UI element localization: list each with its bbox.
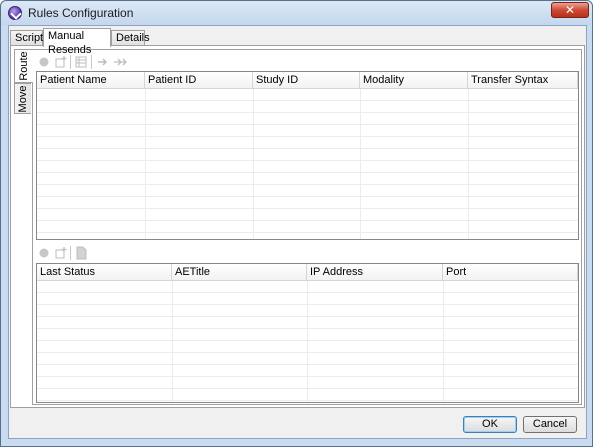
cancel-button[interactable]: Cancel: [523, 416, 577, 433]
add-item-icon[interactable]: [54, 246, 68, 260]
column-divider: [360, 89, 361, 239]
column-header-study-id[interactable]: Study ID: [253, 72, 360, 89]
column-header-ip-address[interactable]: IP Address: [307, 264, 443, 281]
rules-configuration-window: Rules Configuration ✕ Script Manual Rese…: [0, 0, 593, 447]
app-logo-icon: [8, 6, 22, 20]
route-panel: Patient Name Patient ID Study ID Modalit…: [32, 49, 582, 405]
patients-table-header: Patient Name Patient ID Study ID Modalit…: [37, 72, 578, 89]
side-tab-move[interactable]: Move: [14, 83, 31, 114]
grid-icon[interactable]: [74, 55, 88, 69]
ok-button[interactable]: OK: [463, 416, 517, 433]
tab-details[interactable]: Details: [111, 30, 150, 46]
column-divider: [443, 281, 444, 402]
column-header-port[interactable]: Port: [443, 264, 578, 281]
column-divider: [172, 281, 173, 402]
column-header-patient-id[interactable]: Patient ID: [145, 72, 253, 89]
column-divider: [468, 89, 469, 239]
side-tab-route-label: Route: [18, 51, 30, 81]
side-tab-move-label: Move: [17, 85, 29, 112]
document-icon[interactable]: [74, 246, 88, 260]
column-divider: [253, 89, 254, 239]
column-header-patient-name[interactable]: Patient Name: [37, 72, 145, 89]
column-header-transfer-syntax[interactable]: Transfer Syntax: [468, 72, 578, 89]
toolbar-separator: [91, 55, 92, 69]
toolbar-separator: [70, 246, 71, 260]
column-header-modality[interactable]: Modality: [360, 72, 468, 89]
dialog-client-area: Script Manual Resends Details Route Move: [8, 25, 587, 439]
arrow-right-icon[interactable]: [96, 55, 110, 69]
bottom-toolbar: [37, 243, 577, 263]
tab-manual-resends[interactable]: Manual Resends: [43, 28, 111, 56]
column-divider: [145, 89, 146, 239]
window-title: Rules Configuration: [28, 6, 134, 20]
manual-resends-page: Route Move Patient Name Patient ID Study…: [10, 45, 585, 408]
double-arrow-right-icon[interactable]: [113, 55, 127, 69]
patients-table-body: [37, 89, 578, 239]
column-header-aetitle[interactable]: AETitle: [172, 264, 307, 281]
side-tab-route[interactable]: Route: [14, 49, 33, 83]
column-divider: [307, 281, 308, 402]
status-table-header: Last Status AETitle IP Address Port: [37, 264, 578, 281]
column-header-last-status[interactable]: Last Status: [37, 264, 172, 281]
patients-table[interactable]: Patient Name Patient ID Study ID Modalit…: [36, 71, 579, 240]
top-toolbar: [37, 52, 577, 72]
circle-icon[interactable]: [37, 246, 51, 260]
title-bar: Rules Configuration ✕: [1, 1, 592, 25]
tab-script[interactable]: Script: [10, 30, 43, 46]
status-table[interactable]: Last Status AETitle IP Address Port: [36, 263, 579, 403]
close-button[interactable]: ✕: [551, 2, 589, 18]
toolbar-separator: [70, 55, 71, 69]
add-item-icon[interactable]: [54, 55, 68, 69]
circle-icon[interactable]: [37, 55, 51, 69]
